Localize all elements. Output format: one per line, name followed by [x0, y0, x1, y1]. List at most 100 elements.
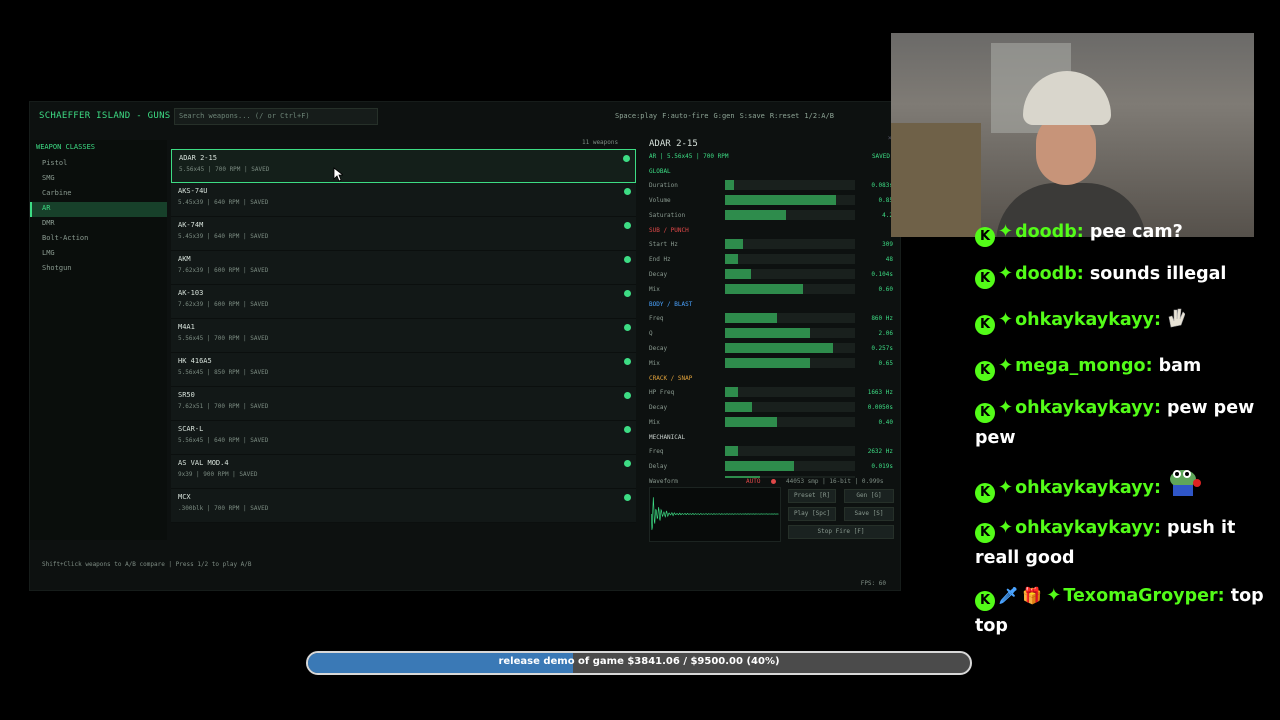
- weapon-classes-title: WEAPON CLASSES: [36, 143, 96, 151]
- param-value: 0.019s: [871, 463, 893, 470]
- param-slider-fill: [725, 195, 836, 205]
- weapon-name: AS VAL MOD.4: [178, 459, 229, 467]
- param-section-title: MECHANICAL: [649, 434, 686, 441]
- chat-message: K 🗡 🎁 ✦ TexomaGroyper: top top: [975, 581, 1265, 641]
- weapon-row[interactable]: AK-74M 5.45x39 | 640 RPM | SAVED: [171, 217, 636, 251]
- param-slider[interactable]: [725, 180, 855, 190]
- class-item-pistol[interactable]: Pistol: [30, 157, 167, 172]
- class-item-ar[interactable]: AR: [30, 202, 167, 217]
- weapon-row[interactable]: M4A1 5.56x45 | 700 RPM | SAVED: [171, 319, 636, 353]
- chat-separator: :: [1145, 356, 1159, 376]
- saved-status-dot-icon: [624, 256, 631, 263]
- weapon-row[interactable]: SR50 7.62x51 | 700 RPM | SAVED: [171, 387, 636, 421]
- param-slider-fill: [725, 313, 777, 323]
- param-slider[interactable]: [725, 358, 855, 368]
- param-label: Delay: [649, 463, 668, 470]
- param-label: Freq: [649, 315, 664, 322]
- gift-badge-icon: 🎁: [1022, 586, 1043, 605]
- param-slider[interactable]: [725, 254, 855, 264]
- saved-status-dot-icon: [624, 188, 631, 195]
- webcam-background: [891, 123, 981, 237]
- param-slider[interactable]: [725, 313, 855, 323]
- param-value: 2632 Hz: [867, 448, 893, 455]
- subscriber-badge-icon: ✦: [998, 397, 1014, 418]
- kick-badge-icon: K: [975, 315, 995, 335]
- param-slider[interactable]: [725, 284, 855, 294]
- param-slider[interactable]: [725, 402, 855, 412]
- weapon-name: AKS-74U: [178, 187, 208, 195]
- chat-message: K ✦ ohkaykaykayy:: [975, 305, 1265, 335]
- class-item-shotgun[interactable]: Shotgun: [30, 262, 167, 277]
- weapon-meta: 7.62x51 | 700 RPM | SAVED: [178, 403, 269, 410]
- param-slider[interactable]: [725, 461, 855, 471]
- param-slider-fill: [725, 180, 735, 190]
- chat-username: doodb: [1015, 222, 1077, 242]
- subscriber-badge-icon: ✦: [998, 477, 1014, 498]
- param-slider-fill: [725, 446, 738, 456]
- kick-badge-icon: K: [975, 483, 995, 503]
- param-slider[interactable]: [725, 387, 855, 397]
- chat-separator: :: [1217, 586, 1231, 606]
- save-button[interactable]: Save [S]: [844, 507, 894, 521]
- weapon-row[interactable]: AKS-74U 5.45x39 | 640 RPM | SAVED: [171, 183, 636, 217]
- play-button[interactable]: Play [Spc]: [788, 507, 836, 521]
- param-value: 0.083s: [871, 182, 893, 189]
- chat-message: K ✦ ohkaykaykayy:: [975, 467, 1265, 503]
- weapon-meta: .300blk | 700 RPM | SAVED: [178, 505, 269, 512]
- footer-hint: Shift+Click weapons to A/B compare | Pre…: [42, 561, 252, 568]
- class-item-smg[interactable]: SMG: [30, 172, 167, 187]
- weapon-meta: 5.56x45 | 700 RPM | SAVED: [179, 166, 270, 173]
- gen-button[interactable]: Gen [G]: [844, 489, 894, 503]
- weapon-row[interactable]: MCX .300blk | 700 RPM | SAVED: [171, 489, 636, 523]
- search-input[interactable]: Search weapons... (/ or Ctrl+F): [174, 108, 378, 125]
- weapon-meta: 5.56x45 | 700 RPM | SAVED: [178, 335, 269, 342]
- chat-message: K ✦ ohkaykaykayy: push it reall good: [975, 513, 1265, 573]
- selected-weapon-meta: AR | 5.56x45 | 700 RPM: [649, 153, 729, 160]
- weapon-row[interactable]: HK 416A5 5.56x45 | 850 RPM | SAVED: [171, 353, 636, 387]
- param-value: 0.60: [878, 286, 893, 293]
- saved-status-dot-icon: [624, 290, 631, 297]
- param-slider[interactable]: [725, 269, 855, 279]
- param-slider[interactable]: [725, 195, 855, 205]
- mouse-cursor-icon: [333, 167, 343, 182]
- param-slider-fill: [725, 461, 794, 471]
- param-slider[interactable]: [725, 446, 855, 456]
- param-slider-fill: [725, 254, 738, 264]
- param-slider[interactable]: [725, 328, 855, 338]
- class-item-bolt-action[interactable]: Bolt-Action: [30, 232, 167, 247]
- param-slider[interactable]: [725, 343, 855, 353]
- weapon-row[interactable]: ADAR 2-15 5.56x45 | 700 RPM | SAVED: [171, 149, 636, 183]
- param-section-title: SUB / PUNCH: [649, 227, 689, 234]
- donation-goal-text: release demo of game $3841.06 / $9500.00…: [498, 656, 780, 667]
- weapon-meta: 9x39 | 900 RPM | SAVED: [178, 471, 258, 478]
- preset-button[interactable]: Preset [R]: [788, 489, 836, 503]
- weapon-row[interactable]: AKM 7.62x39 | 600 RPM | SAVED: [171, 251, 636, 285]
- saved-status-dot-icon: [624, 324, 631, 331]
- saved-status-dot-icon: [624, 460, 631, 467]
- chat-username: ohkaykaykayy: [1015, 518, 1154, 538]
- kick-badge-icon: K: [975, 361, 995, 381]
- saved-status-dot-icon: [623, 155, 630, 162]
- param-label: Mix: [649, 286, 660, 293]
- weapon-row[interactable]: AS VAL MOD.4 9x39 | 900 RPM | SAVED: [171, 455, 636, 489]
- keyboard-hint: F:auto-fire: [662, 112, 709, 120]
- weapon-row[interactable]: SCAR-L 5.56x45 | 640 RPM | SAVED: [171, 421, 636, 455]
- saved-status-dot-icon: [624, 392, 631, 399]
- class-item-dmr[interactable]: DMR: [30, 217, 167, 232]
- weapon-parameters-panel: ADAR 2-15 AR | 5.56x45 | 700 RPM SAVED G…: [646, 138, 896, 478]
- stop-fire-button[interactable]: Stop Fire [F]: [788, 525, 894, 539]
- weapon-name: M4A1: [178, 323, 195, 331]
- weapon-row[interactable]: AK-103 7.62x39 | 600 RPM | SAVED: [171, 285, 636, 319]
- keyboard-hints: Space:play F:auto-fire G:gen S:save R:reset 1…: [615, 112, 839, 120]
- class-item-lmg[interactable]: LMG: [30, 247, 167, 262]
- class-item-carbine[interactable]: Carbine: [30, 187, 167, 202]
- selected-weapon-status: SAVED: [871, 153, 890, 160]
- param-slider[interactable]: [725, 210, 855, 220]
- subscriber-badge-icon: ✦: [998, 355, 1014, 376]
- param-slider[interactable]: [725, 417, 855, 427]
- keyboard-hint: S:save: [739, 112, 765, 120]
- subscriber-badge-icon: ✦: [998, 517, 1014, 538]
- weapon-meta: 5.45x39 | 640 RPM | SAVED: [178, 199, 269, 206]
- param-slider[interactable]: [725, 239, 855, 249]
- param-label: Freq: [649, 448, 664, 455]
